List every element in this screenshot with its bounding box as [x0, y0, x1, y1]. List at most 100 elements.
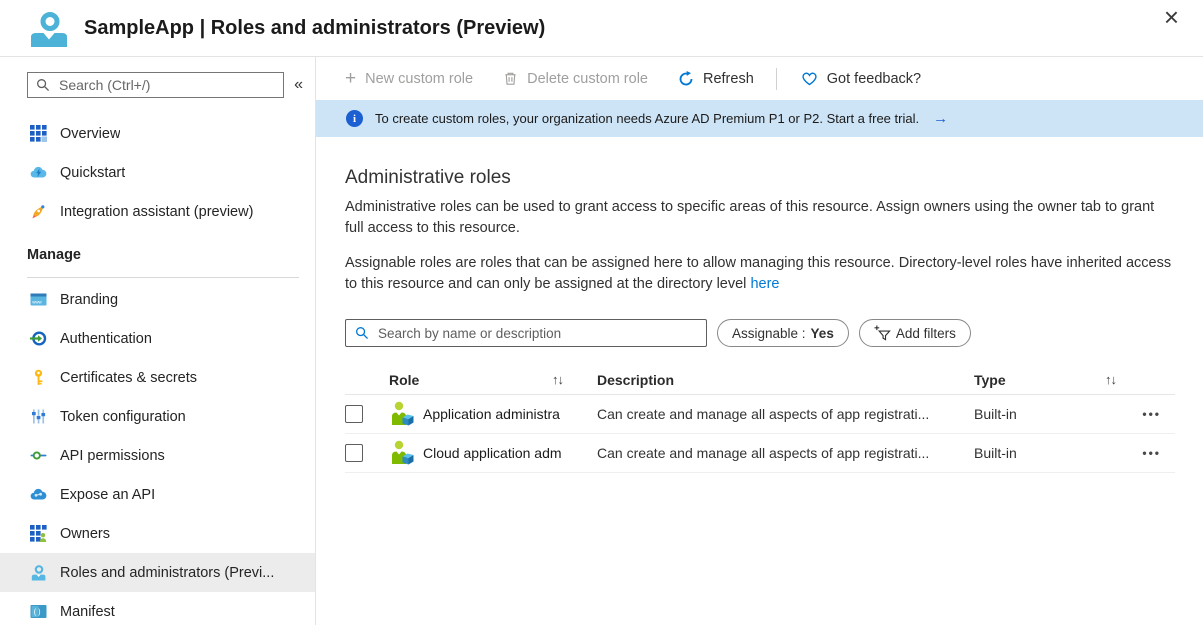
quickstart-icon	[30, 164, 47, 181]
column-header-description[interactable]: Description	[597, 372, 674, 388]
delete-custom-role-label: Delete custom role	[527, 71, 648, 87]
row-context-menu-icon[interactable]: •••	[1142, 446, 1161, 460]
table-row[interactable]: Cloud application adm Can create and man…	[345, 434, 1175, 473]
row-checkbox[interactable]	[345, 405, 363, 423]
overview-icon	[30, 125, 47, 142]
refresh-label: Refresh	[703, 71, 754, 87]
sidebar: « Overview Quickstart Integration assist…	[0, 57, 316, 625]
role-person-icon	[389, 440, 415, 466]
sort-icon[interactable]: ↑↓	[1105, 372, 1116, 387]
page-title: SampleApp | Roles and administrators (Pr…	[84, 17, 545, 40]
description-paragraph-1: Administrative roles can be used to gran…	[345, 197, 1174, 239]
got-feedback-button[interactable]: Got feedback?	[801, 71, 921, 87]
roles-search-box	[345, 319, 707, 347]
sidebar-item-label: API permissions	[60, 448, 165, 464]
banner-message: To create custom roles, your organizatio…	[375, 111, 919, 126]
plus-icon: +	[345, 69, 356, 88]
refresh-icon	[678, 71, 694, 87]
manifest-icon: ()	[30, 603, 47, 620]
sidebar-item-label: Certificates & secrets	[60, 370, 197, 386]
new-custom-role-button[interactable]: + New custom role	[345, 69, 473, 88]
sidebar-section-manage: Manage	[27, 247, 315, 271]
svg-text:(): ()	[33, 608, 42, 617]
sidebar-item-roles-and-administrators[interactable]: Roles and administrators (Previ...	[0, 553, 315, 592]
roles-icon	[30, 564, 47, 581]
app-header: SampleApp | Roles and administrators (Pr…	[0, 0, 1203, 57]
owners-icon	[30, 525, 47, 542]
sidebar-item-overview[interactable]: Overview	[0, 114, 315, 153]
heart-icon	[801, 71, 818, 86]
api-permissions-icon	[30, 447, 47, 464]
sidebar-item-branding[interactable]: www Branding	[0, 280, 315, 319]
filter-bar: Assignable : Yes Add filters	[345, 319, 1175, 347]
column-header-type[interactable]: Type	[974, 372, 1006, 388]
sidebar-item-label: Manifest	[60, 604, 115, 620]
info-icon: i	[346, 110, 363, 127]
trash-icon	[503, 71, 518, 86]
role-type: Built-in	[974, 406, 1134, 422]
role-type: Built-in	[974, 445, 1134, 461]
key-icon	[30, 369, 47, 386]
row-checkbox[interactable]	[345, 444, 363, 462]
assignable-filter-label: Assignable :	[732, 326, 806, 341]
sidebar-item-label: Overview	[60, 126, 120, 142]
sidebar-item-label: Roles and administrators (Previ...	[60, 565, 274, 581]
sliders-icon	[30, 408, 47, 425]
assignable-filter-value: Yes	[811, 326, 834, 341]
sidebar-search-input[interactable]	[57, 76, 275, 94]
here-link[interactable]: here	[750, 276, 779, 292]
sidebar-item-manifest[interactable]: () Manifest	[0, 592, 315, 625]
got-feedback-label: Got feedback?	[827, 71, 921, 87]
sidebar-item-quickstart[interactable]: Quickstart	[0, 153, 315, 192]
roles-table: Role ↑↓ Description Type ↑↓	[345, 365, 1175, 473]
sidebar-item-owners[interactable]: Owners	[0, 514, 315, 553]
rocket-icon	[30, 203, 47, 220]
info-banner[interactable]: i To create custom roles, your organizat…	[316, 100, 1203, 137]
role-name[interactable]: Cloud application adm	[423, 445, 562, 461]
divider	[776, 68, 777, 90]
sort-icon[interactable]: ↑↓	[552, 372, 563, 387]
sidebar-item-token-configuration[interactable]: Token configuration	[0, 397, 315, 436]
authentication-icon	[30, 330, 47, 347]
branding-icon: www	[30, 291, 47, 308]
sidebar-item-label: Authentication	[60, 331, 152, 347]
sidebar-nav: Overview Quickstart Integration assistan…	[0, 114, 315, 625]
sidebar-item-integration-assistant[interactable]: Integration assistant (preview)	[0, 192, 315, 231]
description-paragraph-2: Assignable roles are roles that can be a…	[345, 253, 1174, 295]
sidebar-item-label: Owners	[60, 526, 110, 542]
sidebar-item-label: Quickstart	[60, 165, 125, 181]
add-filters-label: Add filters	[896, 326, 956, 341]
search-icon	[355, 326, 369, 340]
sidebar-item-api-permissions[interactable]: API permissions	[0, 436, 315, 475]
role-person-icon	[389, 401, 415, 427]
sidebar-item-label: Token configuration	[60, 409, 186, 425]
sidebar-item-label: Branding	[60, 292, 118, 308]
sidebar-search-box	[27, 72, 284, 98]
close-icon[interactable]: ×	[1160, 2, 1183, 32]
sidebar-item-certificates-secrets[interactable]: Certificates & secrets	[0, 358, 315, 397]
role-name[interactable]: Application administra	[423, 406, 560, 422]
command-bar: + New custom role Delete custom role Ref…	[316, 57, 1203, 100]
column-header-role[interactable]: Role	[389, 372, 419, 388]
assignable-filter-pill[interactable]: Assignable : Yes	[717, 319, 849, 347]
app-registration-icon	[30, 9, 68, 47]
refresh-button[interactable]: Refresh	[678, 71, 754, 87]
main-section: Administrative roles Administrative role…	[316, 137, 1203, 473]
role-description: Can create and manage all aspects of app…	[597, 445, 974, 461]
sidebar-item-expose-an-api[interactable]: Expose an API	[0, 475, 315, 514]
sidebar-item-label: Integration assistant (preview)	[60, 204, 253, 220]
delete-custom-role-button[interactable]: Delete custom role	[503, 71, 648, 87]
row-context-menu-icon[interactable]: •••	[1142, 407, 1161, 421]
search-icon	[36, 78, 50, 92]
sidebar-item-authentication[interactable]: Authentication	[0, 319, 315, 358]
add-filters-button[interactable]: Add filters	[859, 319, 971, 347]
add-filter-icon	[874, 325, 891, 341]
role-description: Can create and manage all aspects of app…	[597, 406, 974, 422]
roles-search-input[interactable]	[376, 325, 697, 342]
svg-text:www: www	[32, 300, 42, 305]
content-pane: + New custom role Delete custom role Ref…	[316, 57, 1203, 625]
table-header: Role ↑↓ Description Type ↑↓	[345, 365, 1175, 395]
collapse-sidebar-icon[interactable]: «	[288, 76, 309, 94]
table-row[interactable]: Application administra Can create and ma…	[345, 395, 1175, 434]
section-heading: Administrative roles	[345, 167, 1175, 189]
